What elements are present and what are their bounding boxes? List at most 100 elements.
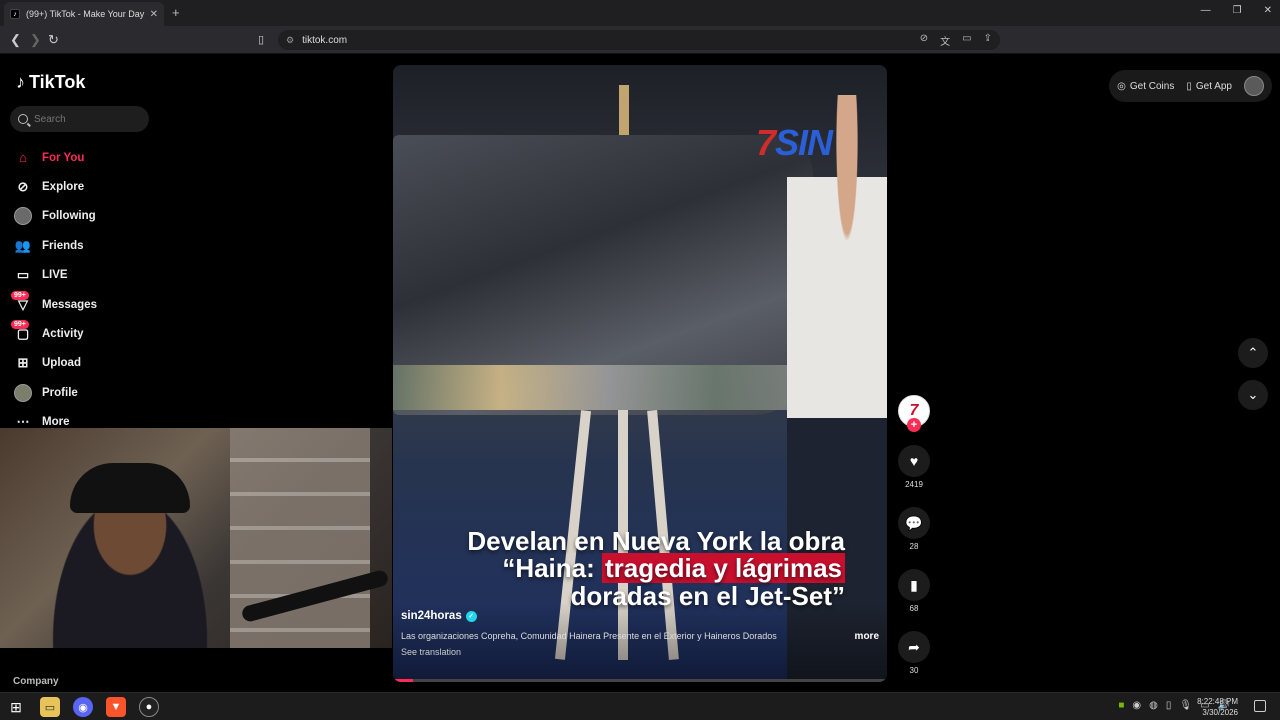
clock-time: 8:22:48 PM	[1197, 697, 1238, 706]
windows-taskbar: ⊞ ▭ ◉ ▼ ● ■ ◉ ◍ ▯ 🎙 ▭ 🔊 8:22:48 PM 3/30/…	[0, 692, 1280, 720]
sidebar-nav: ⌂ For You ⊘ Explore Following 👥 Friends …	[11, 143, 174, 437]
upload-icon: ⊞	[17, 355, 29, 371]
user-avatar[interactable]	[1244, 76, 1264, 96]
tab-close-button[interactable]: ✕	[150, 9, 158, 20]
search-box[interactable]	[10, 106, 149, 132]
get-app-button[interactable]: ▯ Get App	[1186, 81, 1232, 92]
obs-icon[interactable]: ●	[139, 697, 159, 717]
search-icon	[18, 114, 28, 124]
comment-action[interactable]: 💬 28	[898, 507, 930, 551]
discord-tray-icon[interactable]: ◉	[1132, 700, 1141, 711]
sidebar-item-label: Messages	[42, 298, 97, 311]
painting-reveal	[393, 365, 823, 410]
bookmark-page-icon[interactable]: ▯	[258, 33, 264, 46]
messages-icon: ▽ 99+	[11, 290, 32, 314]
video-player[interactable]: 7SIN Develan en Nueva York la obra “Hain…	[393, 65, 887, 682]
media-icon[interactable]: ⊘	[920, 33, 928, 48]
search-input[interactable]	[34, 113, 134, 125]
sidebar-item-friends[interactable]: 👥 Friends	[14, 231, 174, 260]
lamp	[619, 85, 629, 140]
sidebar-item-label: Friends	[42, 239, 84, 252]
comment-icon[interactable]: 💬	[898, 507, 930, 539]
video-progress-bar[interactable]	[393, 679, 887, 682]
share-count: 30	[909, 666, 919, 675]
author-handle[interactable]: sin24horas	[401, 610, 462, 622]
sidebar-item-label: Profile	[42, 386, 78, 399]
logo-text: TikTok	[29, 72, 86, 92]
cast-icon[interactable]: ▭	[962, 33, 971, 48]
tiktok-favicon-icon: ♪	[10, 9, 20, 19]
sidebar-item-live[interactable]: ▭ LIVE	[14, 261, 174, 290]
video-info: sin24horas ✓ Las organizaciones Copreha,…	[393, 602, 887, 682]
friends-icon: 👥	[14, 237, 32, 253]
tab-title: (99+) TikTok - Make Your Day	[26, 9, 145, 19]
author-name[interactable]: sin24horas ✓	[401, 610, 879, 622]
clock-date: 3/30/2026	[1202, 708, 1238, 717]
address-bar[interactable]: ⚙ tiktok.com ⊘ 文 ▭ ⇪	[278, 30, 1000, 50]
url-text[interactable]: tiktok.com	[302, 35, 347, 46]
caption-highlight: tragedia y lágrimas	[602, 553, 845, 584]
windows-start-icon[interactable]: ⊞	[6, 697, 26, 717]
share-action[interactable]: ➦ 30	[898, 631, 930, 675]
bookmark-action[interactable]: ▮ 68	[898, 569, 930, 613]
cap	[70, 463, 190, 513]
sidebar-item-label: Activity	[42, 328, 84, 341]
browser-toolbar: ❮ ❯ ↻ ▯ ⚙ tiktok.com ⊘ 文 ▭ ⇪ ▣ ◧ ▤ ✦ ⛉ ☰	[0, 26, 1280, 72]
browser-tab[interactable]: ♪ (99+) TikTok - Make Your Day ✕	[4, 2, 164, 26]
caption-line-2: “Haina: tragedia y lágrimas	[393, 553, 845, 584]
notifications-icon[interactable]	[1254, 700, 1266, 712]
forward-icon[interactable]: ❯	[30, 32, 41, 48]
discord-icon[interactable]: ◉	[73, 697, 93, 717]
share-arrow-icon[interactable]: ➦	[898, 631, 930, 663]
webcam-overlay	[0, 428, 392, 648]
see-translation-link[interactable]: See translation	[401, 647, 879, 657]
window-controls: — ❐ ✕	[1201, 5, 1272, 16]
sidebar-item-explore[interactable]: ⊘ Explore	[14, 172, 174, 201]
sidebar-item-for-you[interactable]: ⌂ For You	[14, 143, 174, 172]
video-caption-overlay: Develan en Nueva York la obra “Haina: tr…	[393, 527, 887, 610]
next-video-button[interactable]: ⌄	[1238, 380, 1268, 410]
tiktok-page: ♪ TikTok ⌂ For You ⊘ Explore Following 👥…	[0, 55, 1280, 692]
get-coins-button[interactable]: ◎ Get Coins	[1117, 81, 1174, 92]
tiktok-logo[interactable]: ♪ TikTok	[16, 72, 85, 93]
usb-icon[interactable]: ▯	[1166, 700, 1172, 711]
sidebar-item-messages[interactable]: ▽ 99+ Messages	[11, 290, 174, 319]
maximize-button[interactable]: ❐	[1233, 5, 1242, 16]
previous-video-button[interactable]: ⌃	[1238, 338, 1268, 368]
chevron-up-icon: ⌃	[1247, 345, 1259, 360]
heart-icon[interactable]: ♥	[898, 445, 930, 477]
tray-app-icon[interactable]: ◍	[1149, 700, 1158, 711]
browser-tab-bar: ♪ (99+) TikTok - Make Your Day ✕ + — ❐ ✕	[0, 0, 1280, 26]
reload-icon[interactable]: ↻	[48, 32, 59, 48]
sidebar-item-following[interactable]: Following	[14, 202, 174, 231]
translate-icon[interactable]: 文	[940, 33, 950, 48]
activity-icon: ▢ 99+	[11, 320, 32, 343]
share-icon[interactable]: ⇪	[984, 33, 992, 48]
sidebar-item-upload[interactable]: ⊞ Upload	[14, 349, 174, 378]
footer-company-link[interactable]: Company	[13, 676, 59, 687]
profile-avatar-icon	[14, 383, 32, 402]
system-clock[interactable]: 8:22:48 PM 3/30/2026	[1197, 696, 1238, 718]
sidebar-item-activity[interactable]: ▢ 99+ Activity	[11, 319, 174, 348]
site-info-icon[interactable]: ⚙	[286, 35, 294, 46]
sidebar-item-label: More	[42, 416, 70, 429]
sidebar-item-label: Explore	[42, 181, 85, 194]
compass-icon: ⊘	[17, 179, 29, 195]
action-bar: 7 + ♥ 2419 💬 28 ▮ 68 ➦ 30	[896, 395, 932, 675]
following-avatar-icon	[14, 207, 32, 226]
more-link[interactable]: more	[855, 631, 879, 642]
file-explorer-icon[interactable]: ▭	[40, 697, 60, 717]
minimize-button[interactable]: —	[1201, 5, 1211, 16]
window-close-button[interactable]: ✕	[1264, 5, 1272, 16]
brave-browser-icon[interactable]: ▼	[106, 697, 126, 717]
sin-watermark: 7SIN	[756, 122, 833, 163]
nvidia-icon[interactable]: ■	[1118, 700, 1124, 711]
new-tab-button[interactable]: +	[172, 5, 180, 20]
bookmark-icon[interactable]: ▮	[898, 569, 930, 601]
creator-avatar[interactable]: 7 +	[898, 395, 930, 432]
back-icon[interactable]: ❮	[10, 32, 21, 48]
sidebar-item-profile[interactable]: Profile	[14, 378, 174, 407]
microphone-icon[interactable]: 🎙	[1179, 700, 1192, 711]
like-action[interactable]: ♥ 2419	[898, 445, 930, 489]
follow-plus-icon[interactable]: +	[907, 418, 921, 432]
